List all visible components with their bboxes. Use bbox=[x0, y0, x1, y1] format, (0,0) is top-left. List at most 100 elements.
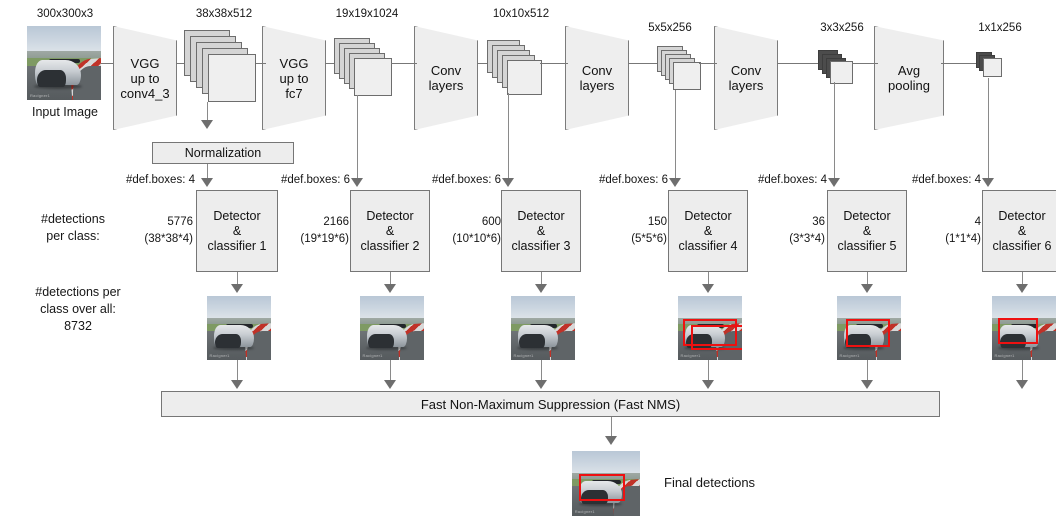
detector-4-box[interactable]: Detector & classifier 4 bbox=[668, 190, 748, 272]
detector-6-label: Detector & classifier 6 bbox=[992, 208, 1052, 253]
link-fmap38-to-vgg2 bbox=[256, 63, 266, 64]
fmap-3-stack bbox=[818, 50, 856, 84]
fmap-sheet-front bbox=[507, 60, 542, 95]
block-avg-pooling-label: Avg pooling bbox=[888, 63, 930, 93]
block-conv-layers-1[interactable]: Conv layers bbox=[414, 26, 478, 130]
photo-car-front bbox=[36, 70, 67, 87]
final-detections-caption: Final detections bbox=[664, 475, 756, 490]
link-fmap10-to-conv2 bbox=[540, 63, 568, 64]
link-fmap5-to-detector4 bbox=[675, 90, 676, 180]
detection-thumbnail-2: Racigner1 bbox=[360, 296, 424, 360]
link-fmap19-to-detector2 bbox=[357, 95, 358, 180]
detector-6-defboxes-label: #def.boxes: 4 bbox=[911, 174, 981, 186]
detector-3-formula: (10*10*6) bbox=[452, 233, 501, 245]
arrow-to-thumbnail-2 bbox=[384, 284, 396, 293]
photo-watermark: Racigner1 bbox=[574, 509, 595, 515]
arrow-thumb1-to-nms bbox=[231, 380, 243, 389]
arrow-thumb6-to-nms bbox=[1016, 380, 1028, 389]
photo-watermark: Racigner1 bbox=[839, 353, 860, 359]
detector-2-formula: (19*19*6) bbox=[300, 233, 349, 245]
normalization-label: Normalization bbox=[184, 145, 262, 160]
detector-5-formula: (3*3*4) bbox=[789, 233, 825, 245]
nms-bar[interactable]: Fast Non-Maximum Suppression (Fast NMS) bbox=[161, 391, 940, 417]
fmap-sheet-front bbox=[673, 62, 701, 90]
detector-5-box[interactable]: Detector & classifier 5 bbox=[827, 190, 907, 272]
detector-6-count: 4 bbox=[974, 216, 981, 228]
detector-4-defboxes-label: #def.boxes: 6 bbox=[598, 174, 668, 186]
photo-car-front bbox=[215, 334, 241, 349]
block-vgg-fc7[interactable]: VGG up to fc7 bbox=[262, 26, 326, 130]
detector-5-label: Detector & classifier 5 bbox=[837, 208, 897, 253]
photo-car-front bbox=[368, 334, 394, 349]
photo-sky bbox=[27, 26, 101, 55]
fmap-sheet-front bbox=[208, 54, 256, 102]
fmap-19-stack bbox=[334, 38, 396, 98]
final-detection-thumbnail: Racigner1 bbox=[572, 451, 640, 516]
detection-box bbox=[998, 318, 1038, 344]
arrow-to-thumbnail-3 bbox=[535, 284, 547, 293]
input-image-caption: Input Image bbox=[31, 105, 98, 119]
block-conv-layers-1-label: Conv layers bbox=[428, 63, 464, 93]
photo-watermark: Racigner1 bbox=[362, 353, 383, 359]
photo-watermark: Racigner1 bbox=[513, 353, 534, 359]
input-dims-label: 300x300x3 bbox=[36, 8, 94, 20]
detection-thumbnail-1: Racigner1 bbox=[207, 296, 271, 360]
arrow-to-thumbnail-1 bbox=[231, 284, 243, 293]
link-fmap1-to-detector6 bbox=[988, 78, 989, 180]
photo-sky bbox=[511, 296, 575, 321]
nms-label: Fast Non-Maximum Suppression (Fast NMS) bbox=[420, 396, 681, 412]
block-avg-pooling[interactable]: Avg pooling bbox=[874, 26, 944, 130]
detection-thumbnail-3: Racigner1 bbox=[511, 296, 575, 360]
detector-3-label: Detector & classifier 3 bbox=[511, 208, 571, 253]
fmap-19-dims-label: 19x19x1024 bbox=[335, 8, 399, 20]
photo-sky bbox=[360, 296, 424, 321]
detector-3-defboxes-label: #def.boxes: 6 bbox=[431, 174, 501, 186]
detector-5-count: 36 bbox=[812, 216, 825, 228]
block-vgg-conv4_3[interactable]: VGG up to conv4_3 bbox=[113, 26, 177, 130]
detections-over-all-label: #detections per class over all: 8732 bbox=[35, 285, 121, 333]
arrow-thumb2-to-nms bbox=[384, 380, 396, 389]
arrow-to-thumbnail-5 bbox=[861, 284, 873, 293]
link-input-to-vgg1 bbox=[101, 63, 113, 64]
photo-sky bbox=[572, 451, 640, 476]
arrow-to-thumbnail-4 bbox=[702, 284, 714, 293]
block-conv-layers-3-label: Conv layers bbox=[728, 63, 764, 93]
fmap-5-dims-label: 5x5x256 bbox=[648, 22, 692, 34]
fmap-38-stack bbox=[184, 30, 262, 104]
arrow-thumb4-to-nms bbox=[702, 380, 714, 389]
block-conv-layers-3[interactable]: Conv layers bbox=[714, 26, 778, 130]
detector-4-label: Detector & classifier 4 bbox=[678, 208, 738, 253]
block-conv-layers-2[interactable]: Conv layers bbox=[565, 26, 629, 130]
detector-5-defboxes-label: #def.boxes: 4 bbox=[757, 174, 827, 186]
link-conv3-to-fmap3 bbox=[777, 63, 819, 64]
detector-4-formula: (5*5*6) bbox=[631, 233, 667, 245]
input-image-thumbnail: Racigner1 bbox=[27, 26, 101, 100]
arrow-thumb3-to-nms bbox=[535, 380, 547, 389]
detector-3-box[interactable]: Detector & classifier 3 bbox=[501, 190, 581, 272]
detection-box bbox=[579, 474, 625, 501]
link-conv2-to-fmap5 bbox=[628, 63, 658, 64]
link-fmap19-to-conv1 bbox=[391, 63, 417, 64]
link-fmap38-to-norm bbox=[207, 102, 208, 122]
photo-car-front bbox=[519, 334, 545, 349]
fmap-38-dims-label: 38x38x512 bbox=[195, 8, 253, 20]
detection-box bbox=[846, 319, 890, 347]
arrow-to-final-detections bbox=[605, 436, 617, 445]
detector-4-count: 150 bbox=[647, 216, 667, 228]
normalization-box[interactable]: Normalization bbox=[152, 142, 294, 164]
photo-watermark: Racigner1 bbox=[994, 353, 1015, 359]
block-vgg-fc7-label: VGG up to fc7 bbox=[279, 55, 309, 101]
fmap-10-stack bbox=[487, 40, 545, 96]
detector-6-box[interactable]: Detector & classifier 6 bbox=[982, 190, 1056, 272]
detector-3-count: 600 bbox=[481, 216, 501, 228]
fmap-sheet-front bbox=[983, 58, 1002, 77]
photo-sky bbox=[992, 296, 1056, 321]
block-vgg-conv4_3-label: VGG up to conv4_3 bbox=[120, 55, 170, 101]
detection-box bbox=[691, 325, 742, 350]
ssd-architecture-diagram: 300x300x3 Racigner1 Input Image VGG up t… bbox=[0, 0, 1056, 516]
detector-1-defboxes-label: #def.boxes: 4 bbox=[125, 174, 195, 186]
fmap-3-dims-label: 3x3x256 bbox=[820, 22, 864, 34]
detection-thumbnail-5: Racigner1 bbox=[837, 296, 901, 360]
arrow-thumb5-to-nms bbox=[861, 380, 873, 389]
block-conv-layers-2-label: Conv layers bbox=[579, 63, 615, 93]
